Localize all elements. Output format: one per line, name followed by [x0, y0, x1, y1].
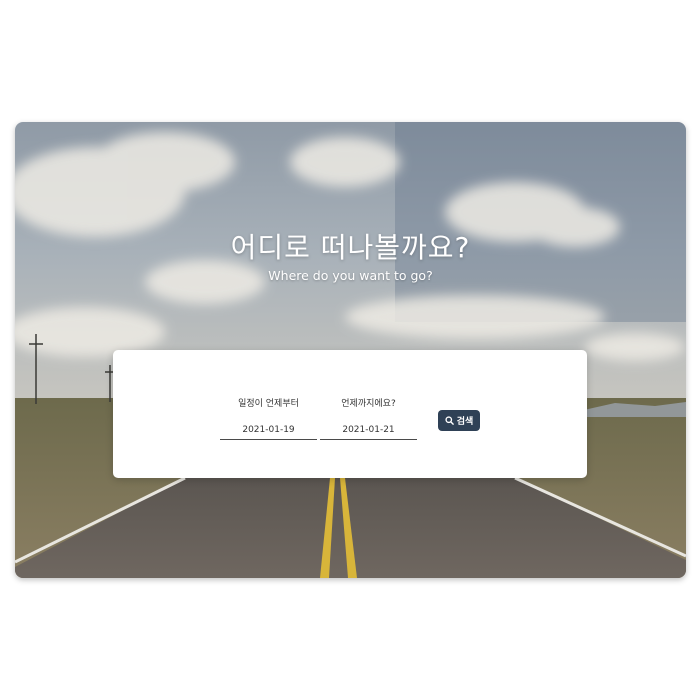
search-icon	[445, 416, 454, 425]
end-date-field: 언제까지에요?	[320, 396, 417, 440]
search-panel: 일정이 언제부터 언제까지에요? 검색	[113, 350, 587, 478]
hero-title: 어디로 떠나볼까요?	[230, 231, 471, 264]
start-date-input[interactable]	[220, 425, 317, 440]
hero-subtitle: Where do you want to go?	[268, 268, 433, 283]
end-date-label: 언제까지에요?	[341, 399, 396, 409]
end-date-input[interactable]	[320, 425, 417, 440]
search-button-label: 검색	[456, 417, 474, 427]
search-button[interactable]: 검색	[438, 410, 480, 431]
start-date-field: 일정이 언제부터	[220, 396, 317, 440]
start-date-label: 일정이 언제부터	[238, 399, 299, 409]
